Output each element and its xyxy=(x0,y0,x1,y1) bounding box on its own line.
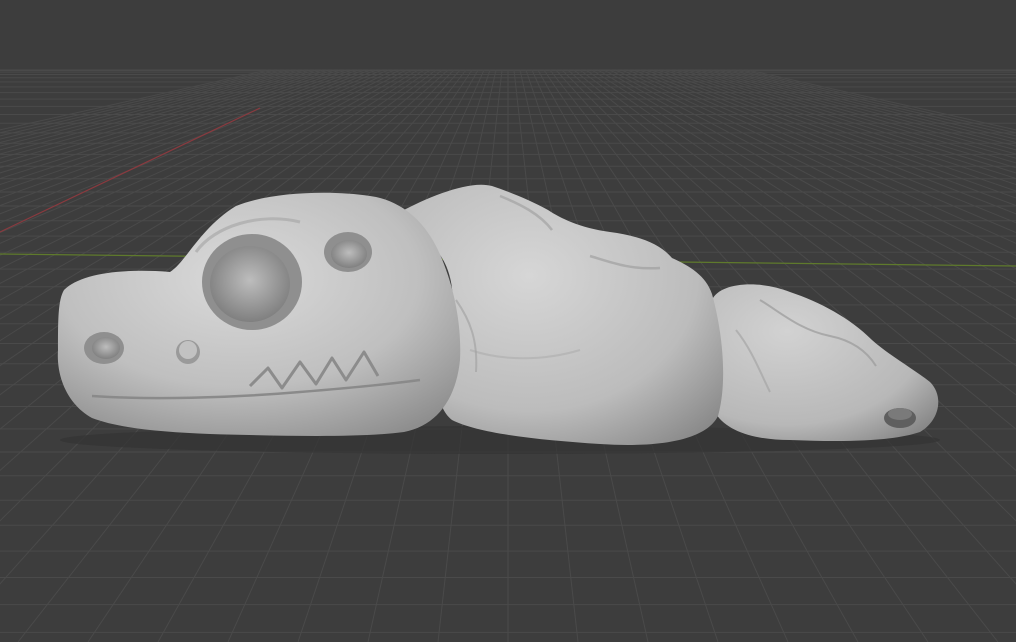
viewport-canvas[interactable] xyxy=(0,0,1016,642)
3d-viewport[interactable] xyxy=(0,0,1016,642)
tail-segment[interactable] xyxy=(705,284,939,442)
skull-segment[interactable] xyxy=(57,192,461,436)
